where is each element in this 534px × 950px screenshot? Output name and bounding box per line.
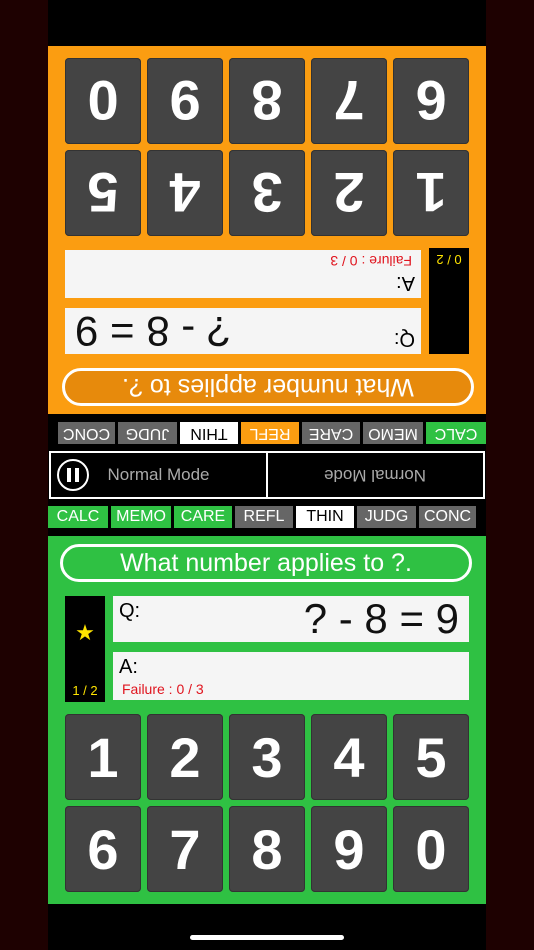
key-6-top[interactable]: 6: [393, 58, 469, 144]
key-7-top[interactable]: 7: [311, 58, 387, 144]
keypad-top: 1 2 3 4 5 6 7 8 9 0: [65, 58, 469, 236]
key-3-top[interactable]: 3: [229, 150, 305, 236]
key-2[interactable]: 2: [147, 714, 223, 800]
mode-label-top: Normal Mode: [324, 466, 427, 485]
key-1[interactable]: 1: [65, 714, 141, 800]
key-5-top[interactable]: 5: [65, 150, 141, 236]
key-9-top[interactable]: 9: [147, 58, 223, 144]
key-8[interactable]: 8: [229, 806, 305, 892]
question-expression-top: ? - 8 = 9: [75, 308, 231, 355]
score-top: 0 / 2: [436, 252, 462, 267]
tag-judg-top[interactable]: JUDG: [118, 422, 177, 444]
failure-count: Failure : 0 / 3: [122, 681, 204, 697]
tag-memo[interactable]: MEMO: [111, 506, 171, 528]
score: 1 / 2: [72, 683, 98, 698]
question-label-top: Q:: [393, 328, 415, 350]
score-column-top: 0 / 2: [429, 248, 469, 354]
key-8-top[interactable]: 8: [229, 58, 305, 144]
key-1-top[interactable]: 1: [393, 150, 469, 236]
key-9[interactable]: 9: [311, 806, 387, 892]
key-0[interactable]: 0: [393, 806, 469, 892]
tag-judg[interactable]: JUDG: [357, 506, 416, 528]
tag-conc-top[interactable]: CONC: [58, 422, 115, 444]
tag-refl-top[interactable]: REFL: [241, 422, 299, 444]
question-label: Q:: [119, 600, 141, 622]
mode-bar: Normal Mode Normal Mode: [49, 451, 485, 499]
question-box-top: Q: ? - 8 = 9: [65, 308, 421, 355]
question-box: Q: ? - 8 = 9: [113, 596, 469, 642]
pause-button[interactable]: [57, 459, 89, 491]
player-bottom-panel: What number applies to ?. ★ 1 / 2 Q: ? -…: [48, 536, 486, 904]
key-3[interactable]: 3: [229, 714, 305, 800]
category-tags-bottom: CALC MEMO CARE REFL THIN JUDG CONC: [48, 506, 486, 528]
tag-calc[interactable]: CALC: [48, 506, 108, 528]
mode-bottom-side: Normal Mode: [51, 453, 268, 497]
mode-label-bottom: Normal Mode: [107, 465, 210, 484]
answer-label: A:: [119, 656, 138, 678]
key-4[interactable]: 4: [311, 714, 387, 800]
question-expression: ? - 8 = 9: [303, 595, 459, 642]
key-7[interactable]: 7: [147, 806, 223, 892]
key-0-top[interactable]: 0: [65, 58, 141, 144]
score-column: ★ 1 / 2: [65, 596, 105, 702]
star-icon: ★: [75, 620, 95, 645]
question-prompt-top: What number applies to ?.: [62, 368, 474, 406]
home-indicator[interactable]: [190, 935, 344, 940]
failure-count-top: Failure : 0 / 3: [330, 253, 412, 269]
tag-conc[interactable]: CONC: [419, 506, 476, 528]
category-tags-top: CALC MEMO CARE REFL THIN JUDG CONC: [48, 422, 486, 444]
player-top-panel: What number applies to ?. 0 / 2 Q: ? - 8…: [48, 46, 486, 414]
left-margin: [0, 0, 48, 950]
tag-thin[interactable]: THIN: [296, 506, 354, 528]
tag-care[interactable]: CARE: [174, 506, 232, 528]
pause-icon: [67, 468, 71, 482]
tag-memo-top[interactable]: MEMO: [363, 422, 423, 444]
answer-box-top: A: Failure : 0 / 3: [65, 250, 421, 298]
right-margin: [486, 0, 534, 950]
tag-refl[interactable]: REFL: [235, 506, 293, 528]
key-2-top[interactable]: 2: [311, 150, 387, 236]
key-4-top[interactable]: 4: [147, 150, 223, 236]
question-prompt: What number applies to ?.: [60, 544, 472, 582]
key-5[interactable]: 5: [393, 714, 469, 800]
mode-top-side: Normal Mode: [268, 453, 483, 497]
tag-thin-top[interactable]: THIN: [180, 422, 238, 444]
keypad: 1 2 3 4 5 6 7 8 9 0: [65, 714, 469, 892]
tag-care-top[interactable]: CARE: [302, 422, 360, 444]
tag-calc-top[interactable]: CALC: [426, 422, 486, 444]
answer-box: A: Failure : 0 / 3: [113, 652, 469, 700]
key-6[interactable]: 6: [65, 806, 141, 892]
answer-label-top: A:: [396, 272, 415, 294]
